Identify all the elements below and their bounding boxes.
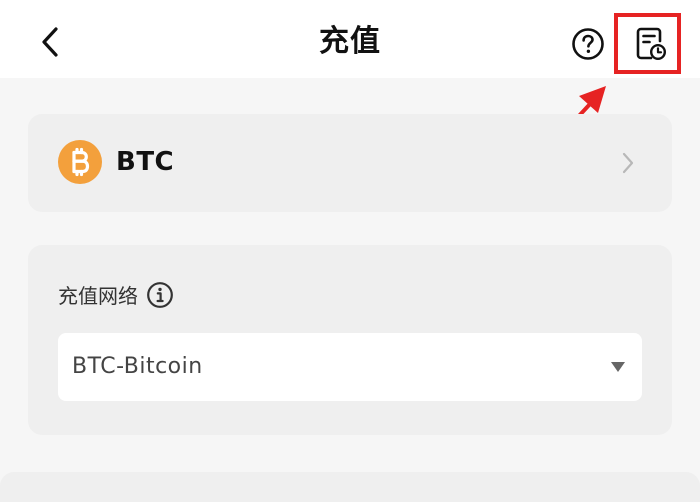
network-label: 充值网络 xyxy=(58,284,138,308)
network-selected-value: BTC-Bitcoin xyxy=(72,354,203,379)
coin-symbol: BTC xyxy=(116,147,175,177)
next-section-card xyxy=(0,472,700,502)
coin-selector[interactable]: BTC xyxy=(28,114,672,212)
deposit-history-button[interactable] xyxy=(633,24,669,64)
network-section: 充值网络 BTC-Bitcoin xyxy=(28,245,672,435)
chevron-right-icon xyxy=(622,152,634,174)
question-circle-icon xyxy=(572,28,604,60)
caret-down-icon xyxy=(611,362,625,372)
help-button[interactable] xyxy=(570,26,606,62)
info-circle-icon[interactable] xyxy=(146,281,174,309)
top-nav-bar: 充值 xyxy=(0,0,700,78)
bitcoin-icon xyxy=(58,140,102,184)
deposit-history-icon xyxy=(636,27,667,61)
network-select[interactable]: BTC-Bitcoin xyxy=(58,333,642,401)
